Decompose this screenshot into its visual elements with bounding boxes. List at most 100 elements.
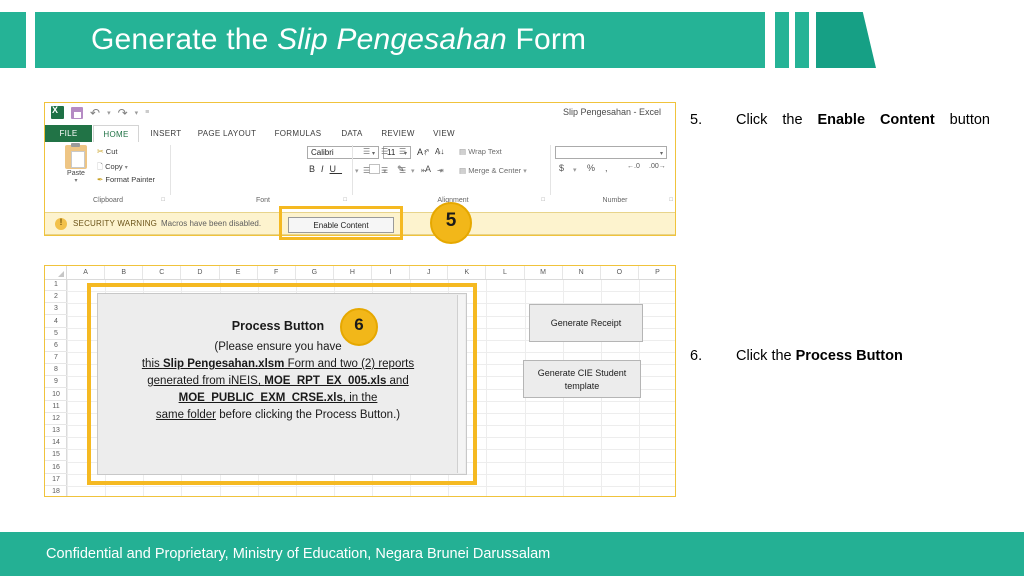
align-middle-icon[interactable]: ☰ bbox=[381, 147, 388, 156]
tab-file[interactable]: FILE bbox=[45, 125, 92, 142]
paste-button[interactable]: Paste ▾ bbox=[59, 143, 93, 184]
tab-insert[interactable]: INSERT bbox=[145, 125, 187, 142]
tab-review[interactable]: REVIEW bbox=[375, 125, 421, 142]
number-dialog-launcher-icon[interactable]: □ bbox=[669, 197, 673, 203]
increase-decimal-icon[interactable]: ←.0 bbox=[627, 163, 640, 170]
column-header-D[interactable]: D bbox=[181, 266, 220, 279]
group-divider bbox=[170, 145, 171, 195]
row-header-18[interactable]: 18 bbox=[45, 486, 67, 496]
undo-dropdown-icon[interactable]: ▾ bbox=[107, 109, 111, 117]
row-header-16[interactable]: 16 bbox=[45, 462, 67, 474]
align-right-icon[interactable]: ☰ bbox=[399, 166, 406, 175]
italic-button[interactable]: I bbox=[321, 164, 330, 174]
row-header-11[interactable]: 11 bbox=[45, 401, 67, 413]
orientation-icon[interactable]: ↗ bbox=[423, 147, 430, 156]
bold-button[interactable]: B bbox=[309, 164, 321, 174]
instruction-step-5: 5. Click the Enable Content button bbox=[690, 110, 990, 150]
currency-dropdown-icon[interactable]: ▾ bbox=[573, 166, 577, 174]
font-dialog-launcher-icon[interactable]: □ bbox=[343, 197, 347, 203]
customize-qat-icon[interactable]: ≡ bbox=[145, 109, 149, 116]
header-title-bar: Generate the Slip Pengesahan Form bbox=[35, 12, 765, 68]
row-header-1[interactable]: 1 bbox=[45, 279, 67, 292]
row-header-7[interactable]: 7 bbox=[45, 352, 67, 365]
row-header-6[interactable]: 6 bbox=[45, 340, 67, 352]
clipboard-dialog-launcher-icon[interactable]: □ bbox=[161, 197, 165, 203]
cut-label: Cut bbox=[105, 147, 118, 156]
underline-button[interactable]: U bbox=[330, 164, 343, 174]
row-header-10[interactable]: 10 bbox=[45, 389, 67, 401]
column-header-P[interactable]: P bbox=[639, 266, 675, 279]
column-header-L[interactable]: L bbox=[486, 266, 525, 279]
row-header-3[interactable]: 3 bbox=[45, 303, 67, 316]
orientation-dropdown-icon[interactable]: ▾ bbox=[437, 149, 441, 157]
ribbon-group-alignment: ☰ ☰ ☰ ↗ ▾ ▤ Wrap Text ☰ ☰ ☰ ⇤ ⇥ ▤ Merge … bbox=[355, 142, 551, 205]
generate-receipt-button[interactable]: Generate Receipt bbox=[529, 304, 643, 342]
wrap-text-label[interactable]: Wrap Text bbox=[468, 147, 502, 156]
format-painter-button[interactable]: ✒ Format Painter bbox=[97, 175, 155, 184]
cie-button-line2: template bbox=[564, 381, 600, 391]
align-center-icon[interactable]: ☰ bbox=[381, 166, 388, 175]
align-top-icon[interactable]: ☰ bbox=[363, 147, 370, 156]
cut-button[interactable]: ✂ Cut bbox=[97, 147, 117, 156]
copy-button[interactable]: 🗋 Copy ▾ bbox=[97, 161, 128, 174]
number-format-value bbox=[556, 153, 560, 162]
row-header-8[interactable]: 8 bbox=[45, 364, 67, 377]
row-header-17[interactable]: 17 bbox=[45, 474, 67, 486]
page-title-part2: Form bbox=[506, 23, 587, 56]
column-header-J[interactable]: J bbox=[410, 266, 449, 279]
tab-formulas[interactable]: FORMULAS bbox=[267, 125, 329, 142]
merge-center-dropdown-icon[interactable]: ▾ bbox=[523, 168, 527, 175]
number-format-dropdown-icon[interactable]: ▾ bbox=[660, 150, 663, 157]
column-header-N[interactable]: N bbox=[563, 266, 601, 279]
tab-data[interactable]: DATA bbox=[335, 125, 369, 142]
row-header-14[interactable]: 14 bbox=[45, 437, 67, 450]
column-header-O[interactable]: O bbox=[601, 266, 639, 279]
instruction-6-text-a: Click the bbox=[736, 348, 796, 364]
align-bottom-icon[interactable]: ☰ bbox=[399, 147, 406, 156]
tab-view[interactable]: VIEW bbox=[427, 125, 461, 142]
decrease-indent-icon[interactable]: ⇤ bbox=[421, 166, 428, 175]
column-header-C[interactable]: C bbox=[143, 266, 182, 279]
row-header-13[interactable]: 13 bbox=[45, 425, 67, 438]
redo-icon[interactable]: ↷ bbox=[118, 107, 128, 119]
column-header-A[interactable]: A bbox=[67, 266, 106, 279]
font-name-value: Calibri bbox=[311, 148, 334, 157]
row-header-5[interactable]: 5 bbox=[45, 328, 67, 340]
column-header-B[interactable]: B bbox=[105, 266, 144, 279]
select-all-corner[interactable] bbox=[45, 266, 67, 279]
column-header-E[interactable]: E bbox=[220, 266, 258, 279]
column-header-F[interactable]: F bbox=[258, 266, 296, 279]
tab-home[interactable]: HOME bbox=[93, 125, 139, 143]
comma-format-icon[interactable]: , bbox=[605, 163, 608, 173]
decrease-decimal-icon[interactable]: .00→ bbox=[649, 163, 666, 170]
currency-format-icon[interactable]: $ bbox=[559, 163, 564, 173]
number-group-label: Number bbox=[602, 197, 628, 204]
copy-dropdown-icon[interactable]: ▾ bbox=[125, 165, 128, 171]
column-header-K[interactable]: K bbox=[448, 266, 487, 279]
align-left-icon[interactable]: ☰ bbox=[363, 166, 370, 175]
grid-line-vertical bbox=[486, 279, 488, 496]
tab-page-layout[interactable]: PAGE LAYOUT bbox=[191, 125, 263, 142]
row-header-column: 1 2 3 4 5 6 7 8 9 10 11 12 13 14 15 16 17 18 bbox=[45, 279, 67, 496]
paste-dropdown-icon[interactable]: ▾ bbox=[59, 177, 93, 184]
format-painter-label: Format Painter bbox=[105, 175, 155, 184]
row-header-2[interactable]: 2 bbox=[45, 291, 67, 304]
row-header-4[interactable]: 4 bbox=[45, 316, 67, 328]
percent-format-icon[interactable]: % bbox=[587, 163, 595, 173]
column-header-G[interactable]: G bbox=[296, 266, 334, 279]
save-icon[interactable] bbox=[71, 106, 83, 119]
alignment-dialog-launcher-icon[interactable]: □ bbox=[541, 197, 545, 203]
merge-center-label[interactable]: Merge & Center bbox=[468, 166, 521, 175]
security-warning-bar: SECURITY WARNING Macros have been disabl… bbox=[45, 206, 675, 240]
row-header-15[interactable]: 15 bbox=[45, 449, 67, 462]
row-header-12[interactable]: 12 bbox=[45, 413, 67, 425]
column-header-M[interactable]: M bbox=[525, 266, 563, 279]
undo-icon[interactable]: ↶ bbox=[90, 107, 100, 119]
column-header-I[interactable]: I bbox=[372, 266, 411, 279]
column-header-H[interactable]: H bbox=[334, 266, 372, 279]
row-header-9[interactable]: 9 bbox=[45, 376, 67, 389]
increase-indent-icon[interactable]: ⇥ bbox=[437, 166, 444, 175]
generate-cie-student-template-button[interactable]: Generate CIE Student template bbox=[523, 360, 641, 398]
redo-dropdown-icon[interactable]: ▾ bbox=[135, 109, 139, 117]
number-format-select[interactable]: ▾ bbox=[555, 146, 667, 159]
